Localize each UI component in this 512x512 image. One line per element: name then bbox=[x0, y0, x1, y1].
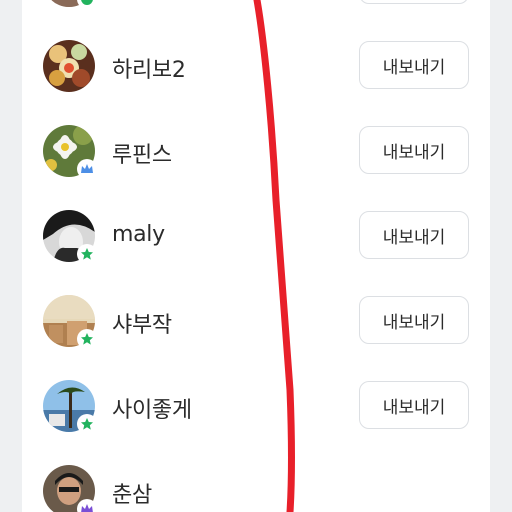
export-button[interactable]: 내보내기 bbox=[359, 381, 469, 429]
member-name: maly bbox=[112, 222, 165, 247]
crown-badge-icon bbox=[77, 499, 97, 512]
member-name: 춘삼 bbox=[112, 483, 152, 508]
member-name: 샤부작 bbox=[112, 313, 172, 338]
avatar[interactable] bbox=[43, 40, 95, 92]
list-item: 루핀스 내보내기 bbox=[22, 113, 490, 185]
list-item: 춘삼 bbox=[22, 453, 490, 512]
member-name: 사이좋게 bbox=[112, 398, 192, 423]
shield-badge-icon bbox=[77, 0, 97, 9]
star-badge-icon bbox=[77, 244, 97, 264]
export-button[interactable]: 내보내기 bbox=[359, 41, 469, 89]
list-item: 하리보2 내보내기 bbox=[22, 28, 490, 100]
list-item bbox=[22, 0, 490, 15]
member-list: 하리보2 내보내기 루핀스 내보내기 maly 내보내기 샤부작 내보내기 사이… bbox=[22, 0, 490, 512]
list-item: 샤부작 내보내기 bbox=[22, 283, 490, 355]
export-button[interactable]: 내보내기 bbox=[359, 211, 469, 259]
star-badge-icon bbox=[77, 329, 97, 349]
export-button[interactable]: 내보내기 bbox=[359, 126, 469, 174]
list-item: 사이좋게 내보내기 bbox=[22, 368, 490, 440]
member-name: 루핀스 bbox=[112, 143, 172, 168]
export-button[interactable] bbox=[359, 0, 469, 4]
export-button[interactable]: 내보내기 bbox=[359, 296, 469, 344]
list-item: maly 내보내기 bbox=[22, 198, 490, 270]
star-badge-icon bbox=[77, 414, 97, 434]
crown-badge-icon bbox=[77, 159, 97, 179]
member-name: 하리보2 bbox=[112, 58, 186, 83]
